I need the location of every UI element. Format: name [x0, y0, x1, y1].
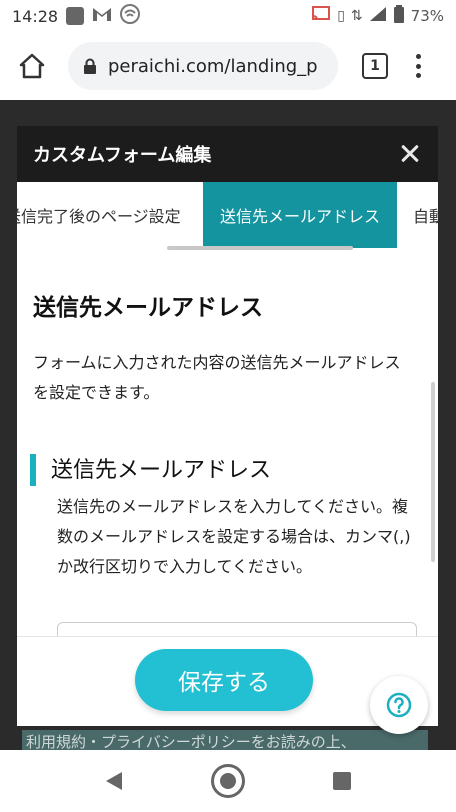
vibrate-icon: ▯ [337, 8, 345, 24]
tab-scrollbar[interactable] [167, 246, 353, 250]
content-scrollbar[interactable] [431, 382, 435, 562]
back-triangle-icon[interactable] [104, 770, 124, 792]
status-left: 14:28 [12, 4, 141, 28]
menu-dot-icon [415, 54, 421, 59]
save-button[interactable]: 保存する [135, 649, 313, 711]
more-menu-button[interactable] [408, 51, 428, 81]
modal-header: カスタムフォーム編集 [17, 126, 438, 182]
settings-tabs: 送信完了後のページ設定 送信先メールアドレス 自動 [17, 182, 438, 248]
home-icon [19, 53, 45, 79]
help-icon [386, 692, 412, 718]
home-circle-icon[interactable] [211, 764, 245, 798]
menu-dot-icon [415, 63, 421, 69]
help-button[interactable] [370, 676, 428, 734]
data-arrows-icon: ⇅ [350, 8, 363, 24]
notification-square-icon [66, 7, 85, 25]
subsection-title: 送信先メールアドレス [51, 458, 272, 483]
tab-auto-reply[interactable]: 自動 [413, 182, 438, 248]
browser-toolbar: peraichi.com/landing_p 1 [0, 32, 456, 100]
tab-completion-page[interactable]: 送信完了後のページ設定 [17, 182, 191, 248]
android-nav-bar [0, 750, 456, 812]
subsection-description: 送信先のメールアドレスを入力してください。複数のメールアドレスを設定する場合は、… [57, 497, 411, 576]
modal-title: カスタムフォーム編集 [33, 145, 212, 166]
recents-square-icon[interactable] [333, 772, 351, 790]
cast-icon [311, 6, 331, 26]
status-bar: 14:28 ▯ ⇅ 73% [0, 0, 456, 32]
menu-dot-icon [415, 73, 421, 78]
terms-strip: 利用規約・プライバシーポリシーをお読みの上、 [22, 730, 428, 752]
recipient-email-input[interactable] [57, 622, 417, 636]
section-title: 送信先メールアドレス [33, 295, 263, 321]
gmail-icon [92, 6, 112, 26]
signal-icon [369, 6, 387, 26]
status-right: ▯ ⇅ 73% [311, 5, 444, 27]
battery-icon [393, 5, 405, 27]
status-time: 14:28 [12, 6, 59, 26]
lock-icon [84, 58, 96, 74]
address-bar[interactable]: peraichi.com/landing_p [68, 42, 338, 90]
modal-content: 送信先メールアドレス フォームに入力された内容の送信先メールアドレスを設定できま… [17, 252, 438, 636]
home-button[interactable] [12, 46, 52, 86]
wifi-icon [120, 4, 141, 28]
tab-recipient-email[interactable]: 送信先メールアドレス [203, 182, 397, 248]
section-description: フォームに入力された内容の送信先メールアドレスを設定できます。 [33, 353, 401, 402]
url-text: peraichi.com/landing_p [108, 55, 318, 77]
terms-text: 利用規約・プライバシーポリシーをお読みの上、 [26, 733, 356, 751]
subsection-accent-bar [30, 454, 36, 486]
tab-switcher-button[interactable]: 1 [362, 53, 388, 79]
battery-level: 73% [410, 7, 444, 25]
custom-form-modal: カスタムフォーム編集 送信完了後のページ設定 送信先メールアドレス 自動 送信先… [17, 126, 438, 726]
close-icon[interactable] [398, 142, 422, 166]
